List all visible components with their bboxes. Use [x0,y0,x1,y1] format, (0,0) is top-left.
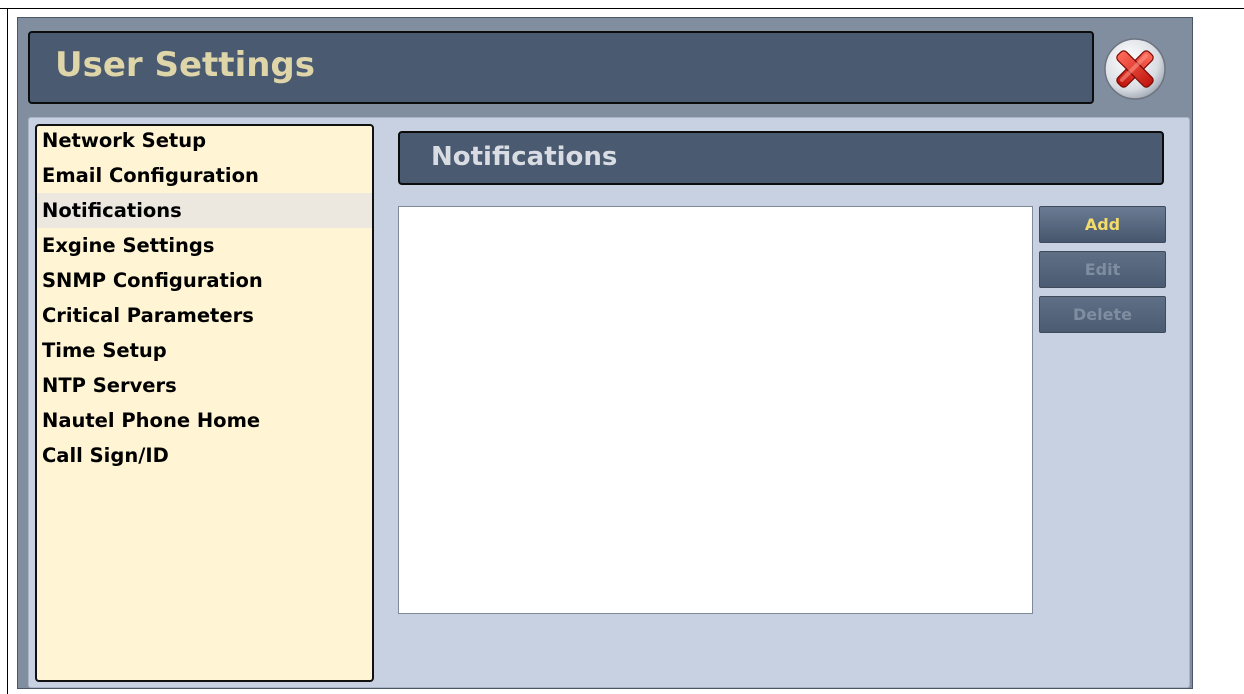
title-bar: User Settings [28,31,1094,104]
sidebar-item-ntp-servers[interactable]: NTP Servers [37,368,372,403]
window-title: User Settings [55,45,315,85]
notifications-list[interactable] [398,206,1033,614]
frame-border-top [0,8,1244,9]
sidebar-item-email-configuration[interactable]: Email Configuration [37,158,372,193]
sidebar-item-time-setup[interactable]: Time Setup [37,333,372,368]
sidebar-item-call-sign-id[interactable]: Call Sign/ID [37,438,372,473]
section-title: Notifications [431,142,618,172]
sidebar-item-network-setup[interactable]: Network Setup [37,126,372,158]
section-header: Notifications [398,131,1164,185]
main-panel: Network Setup Email Configuration Notifi… [28,117,1190,688]
delete-button[interactable]: Delete [1039,296,1166,333]
sidebar-item-snmp-configuration[interactable]: SNMP Configuration [37,263,372,298]
sidebar-item-critical-parameters[interactable]: Critical Parameters [37,298,372,333]
settings-sidebar: Network Setup Email Configuration Notifi… [35,124,374,682]
close-x-icon [1104,38,1166,100]
edit-button[interactable]: Edit [1039,251,1166,288]
sidebar-item-exgine-settings[interactable]: Exgine Settings [37,228,372,263]
close-button[interactable] [1103,37,1167,101]
add-button[interactable]: Add [1039,206,1166,243]
frame-border-left [7,8,8,694]
sidebar-item-nautel-phone-home[interactable]: Nautel Phone Home [37,403,372,438]
sidebar-item-notifications[interactable]: Notifications [37,193,372,228]
user-settings-window: User Settings Network Setup Email Config… [17,17,1193,689]
